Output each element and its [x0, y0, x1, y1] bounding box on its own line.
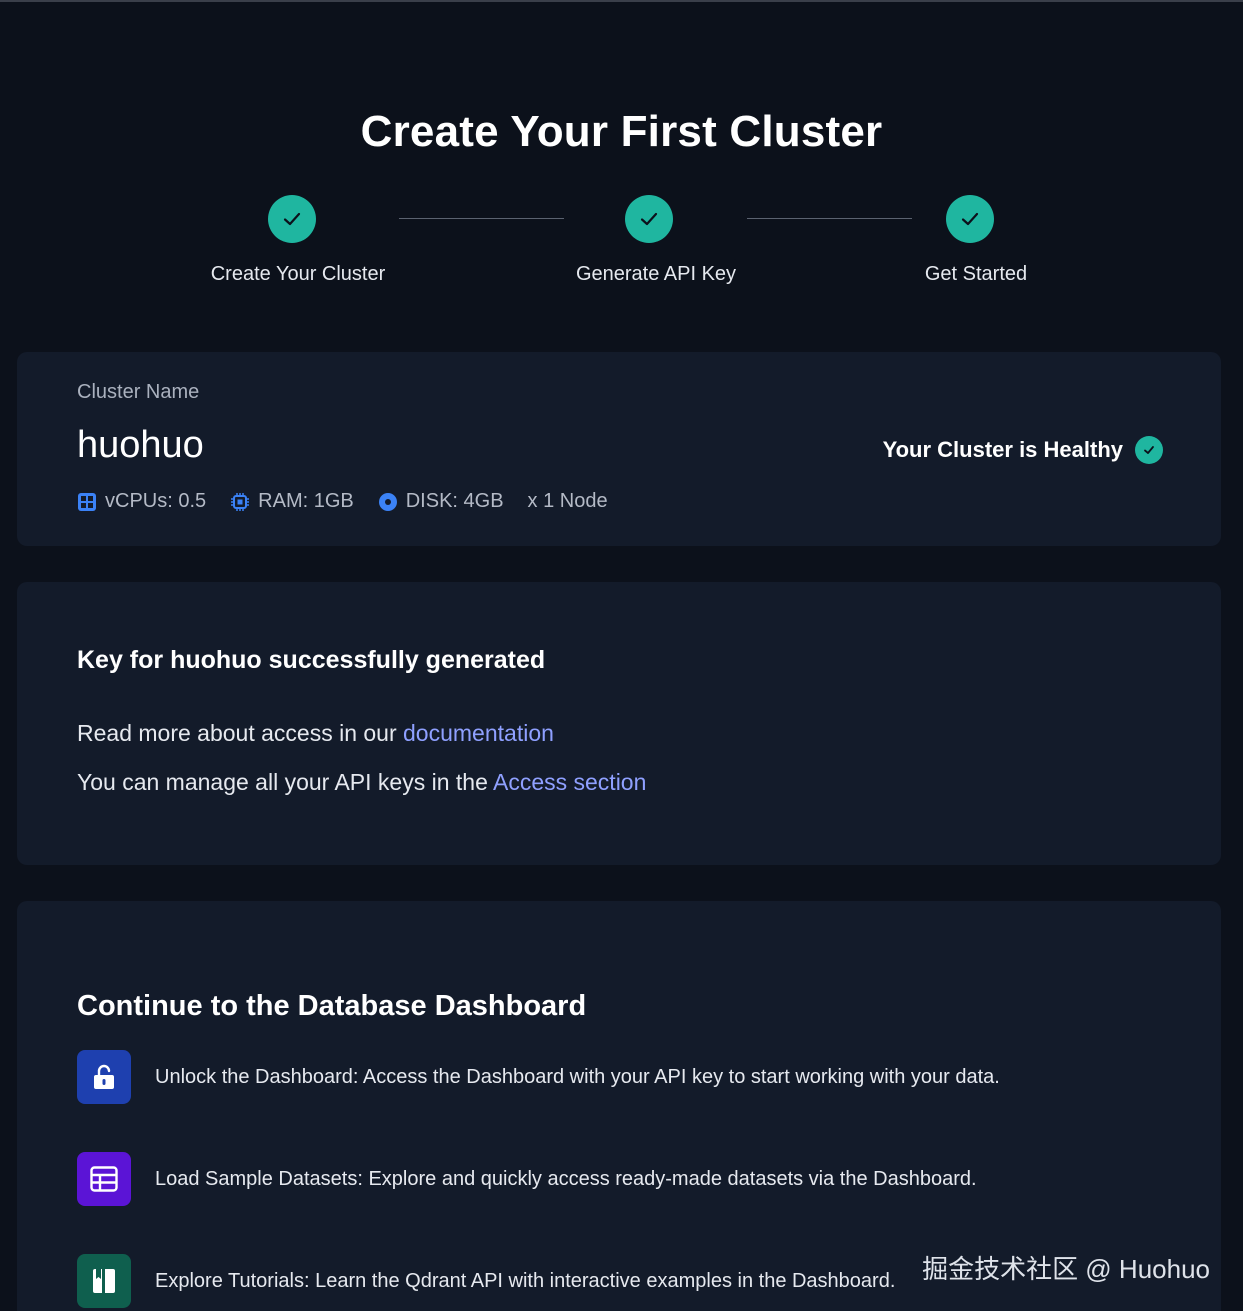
healthy-check-icon	[1135, 436, 1163, 464]
feature-unlock-dashboard[interactable]: Unlock the Dashboard: Access the Dashboa…	[77, 1050, 1000, 1104]
cluster-card: Cluster Name huohuo vCPUs: 0.5 RAM: 1GB …	[17, 352, 1221, 546]
page: Create Your First Cluster Create Your Cl…	[0, 0, 1243, 1311]
spec-vcpu-text: vCPUs: 0.5	[105, 490, 207, 512]
step-3-label: Get Started	[924, 263, 1028, 285]
spec-disk-text: DISK: 4GB	[405, 490, 504, 512]
documentation-line-text: Read more about access in our	[77, 720, 404, 746]
cluster-specs: vCPUs: 0.5 RAM: 1GB DISK: 4GB x 1 Node	[77, 490, 632, 513]
access-section-link[interactable]: Access section	[493, 769, 646, 795]
table-icon	[77, 1152, 131, 1206]
feature-sample-datasets[interactable]: Load Sample Datasets: Explore and quickl…	[77, 1152, 977, 1206]
book-icon	[77, 1254, 131, 1308]
documentation-line: Read more about access in our documentat…	[77, 720, 554, 747]
step-connector-2	[747, 218, 912, 219]
watermark: 掘金技术社区 @ Huohuo	[922, 1254, 1210, 1284]
spec-ram: RAM: 1GB	[230, 490, 354, 513]
step-connector-1	[399, 218, 564, 219]
dashboard-title: Continue to the Database Dashboard	[77, 990, 587, 1022]
access-line: You can manage all your API keys in the …	[77, 769, 646, 796]
cluster-name-label: Cluster Name	[77, 381, 200, 403]
stepper: Create Your Cluster Generate API Key Get…	[0, 195, 1243, 295]
spec-disk: DISK: 4GB	[378, 490, 504, 513]
disk-icon	[378, 492, 397, 511]
key-generated-title: Key for huohuo successfully generated	[77, 646, 546, 674]
step-1-check-icon	[268, 195, 316, 243]
feature-tutorials[interactable]: Explore Tutorials: Learn the Qdrant API …	[77, 1254, 895, 1308]
access-line-text: You can manage all your API keys in the	[77, 769, 493, 795]
step-1-label: Create Your Cluster	[210, 263, 386, 285]
api-key-card: Key for huohuo successfully generated Re…	[17, 582, 1221, 865]
cluster-health-text: Your Cluster is Healthy	[882, 437, 1123, 462]
cpu-icon	[78, 492, 96, 511]
step-2-check-icon	[625, 195, 673, 243]
page-title: Create Your First Cluster	[360, 107, 883, 156]
unlock-icon	[77, 1050, 131, 1104]
cluster-name: huohuo	[77, 424, 204, 466]
memory-chip-icon	[231, 492, 250, 511]
feature-unlock-text: Unlock the Dashboard: Access the Dashboa…	[155, 1065, 1000, 1088]
spec-nodes: x 1 Node	[528, 490, 608, 513]
spec-nodes-text: x 1 Node	[527, 490, 608, 512]
step-3-check-icon	[946, 195, 994, 243]
spec-vcpu: vCPUs: 0.5	[77, 490, 206, 513]
feature-tutorials-text: Explore Tutorials: Learn the Qdrant API …	[155, 1269, 896, 1292]
documentation-link[interactable]: documentation	[403, 720, 554, 746]
step-2-label: Generate API Key	[575, 263, 737, 285]
spec-ram-text: RAM: 1GB	[258, 490, 354, 512]
cluster-health-status: Your Cluster is Healthy	[883, 436, 1163, 464]
feature-datasets-text: Load Sample Datasets: Explore and quickl…	[155, 1167, 977, 1190]
